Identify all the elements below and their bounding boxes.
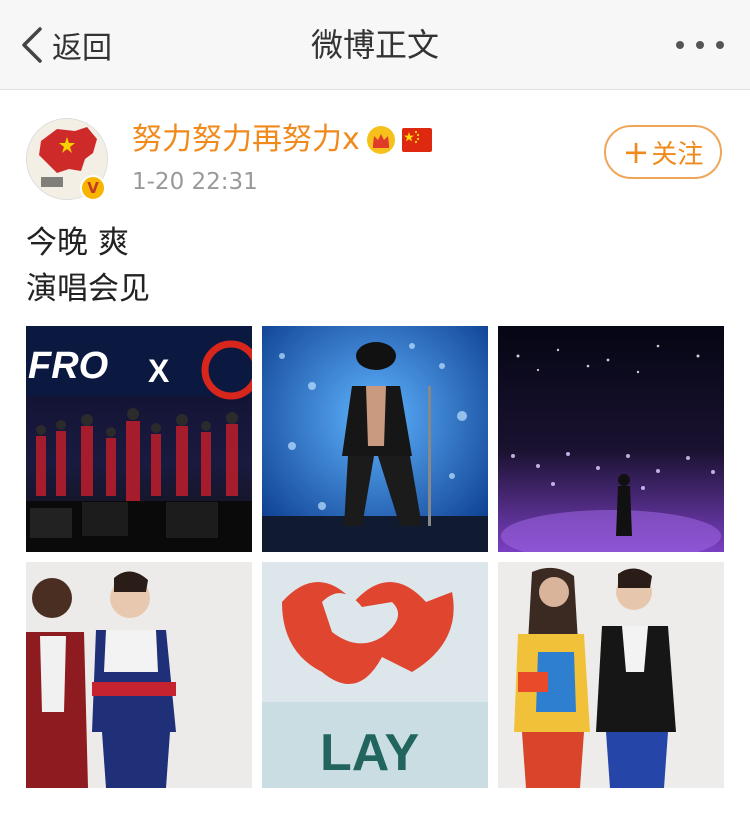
more-dot-icon xyxy=(676,41,684,49)
username[interactable]: 努力努力再努力x xyxy=(132,118,432,162)
verified-badge-icon: V xyxy=(80,175,106,201)
navigation-bar: 返回 微博正文 xyxy=(0,0,750,90)
post-timestamp: 1-20 22:31 xyxy=(132,169,258,195)
photo-lay-logo-sign[interactable]: LAY xyxy=(262,562,488,788)
more-dot-icon xyxy=(696,41,704,49)
svg-text:X: X xyxy=(148,353,170,389)
post-text: 今晚 爽 演唱会见 xyxy=(26,220,150,312)
more-options-button[interactable] xyxy=(676,34,724,56)
svg-text:LAY: LAY xyxy=(320,724,419,782)
photo-crowd-purple-lights[interactable] xyxy=(498,326,724,552)
follow-label: 关注 xyxy=(651,139,704,170)
photo-performer-blue-lights[interactable] xyxy=(262,326,488,552)
crown-icon xyxy=(366,126,395,154)
username-text: 努力努力再努力x xyxy=(132,122,360,157)
post-text-line: 今晚 爽 xyxy=(26,225,129,261)
page-title: 微博正文 xyxy=(310,26,439,64)
svg-text:FRO: FRO xyxy=(28,345,108,387)
plus-icon: + xyxy=(622,133,650,171)
more-dot-icon xyxy=(716,41,724,49)
follow-button[interactable]: + 关注 xyxy=(604,125,722,179)
post-text-line: 演唱会见 xyxy=(26,271,150,307)
photo-concert-stage-dancers[interactable]: FRO X xyxy=(26,326,252,552)
photo-two-men-colorful-jackets[interactable] xyxy=(498,562,724,788)
china-flag-icon xyxy=(401,128,432,152)
photo-two-men-red-jackets[interactable] xyxy=(26,562,252,788)
